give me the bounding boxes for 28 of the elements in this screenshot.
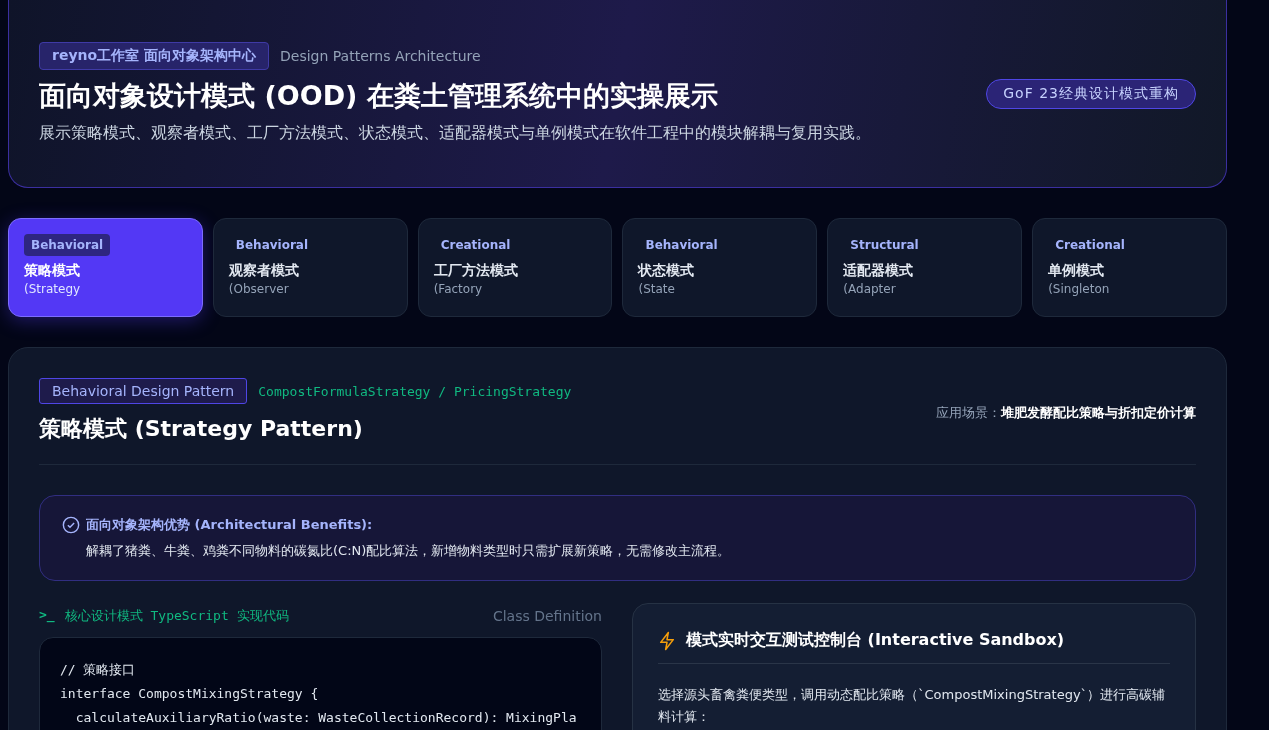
code-line: interface CompostMixingStrategy { bbox=[60, 685, 320, 703]
pattern-tab[interactable]: Creational 单例模式 (Singleton bbox=[1032, 218, 1227, 317]
studio-badge: reyno工作室 面向对象架构中心 bbox=[39, 41, 269, 70]
pattern-tab[interactable]: Behavioral 策略模式 (Strategy bbox=[8, 218, 203, 317]
code-title: 核心设计模式 TypeScript 实现代码 bbox=[64, 607, 289, 625]
pattern-tab[interactable]: Creational 工厂方法模式 (Factory bbox=[417, 218, 613, 317]
code-line: // 策略接口 bbox=[60, 661, 137, 679]
pattern-tab[interactable]: Structural 适配器模式 (Adapter bbox=[827, 218, 1023, 317]
benefits-text: 解耦了猪粪、牛粪、鸡粪不同物料的碳氮比(C:N)配比算法，新增物料类型时只需扩展新策略，无需修改主流程。 bbox=[86, 542, 732, 560]
code-tag: Class Definition bbox=[492, 608, 602, 624]
sandbox-title: 模式实时交互测试控制台 (Interactive Sandbox) bbox=[686, 630, 1065, 651]
check-circle-icon bbox=[62, 516, 80, 534]
terminal-prompt: >_ bbox=[39, 607, 55, 625]
header-subtitle: Design Patterns Architecture bbox=[280, 47, 481, 64]
scenario-label: 应用场景： bbox=[936, 405, 1001, 420]
header-description: 展示策略模式、观察者模式、工厂方法模式、状态模式、适配器模式与单例模式在软件工程中的模块解耦与复用实践。 bbox=[39, 121, 872, 144]
page-title: 面向对象设计模式 (OOD) 在粪土管理系统中的实操展示 bbox=[39, 78, 719, 113]
sandbox-text: 选择源头畜禽粪便类型，调用动态配比策略（`CompostMixingStrategy`）进行高碳辅料计算： bbox=[658, 686, 1167, 726]
lightning-icon bbox=[658, 630, 676, 651]
pattern-badge: Behavioral Design Pattern bbox=[39, 378, 248, 404]
pattern-tab[interactable]: Behavioral 观察者模式 (Observer bbox=[212, 218, 408, 317]
scenario-text: 堆肥发酵配比策略与折扣定价计算 bbox=[1001, 405, 1196, 420]
class-names: CompostFormulaStrategy / PricingStrategy bbox=[258, 383, 572, 399]
benefits-title: 面向对象架构优势 (Architectural Benefits): bbox=[86, 516, 373, 534]
code-line: calculateAuxiliaryRatio(waste: WasteCollectionRecord): MixingPla bbox=[74, 709, 578, 727]
pattern-title: 策略模式 (Strategy Pattern) bbox=[39, 415, 364, 443]
pattern-tab[interactable]: Behavioral 状态模式 (State bbox=[622, 218, 818, 317]
gof-badge: GoF 23经典设计模式重构 bbox=[986, 78, 1196, 109]
